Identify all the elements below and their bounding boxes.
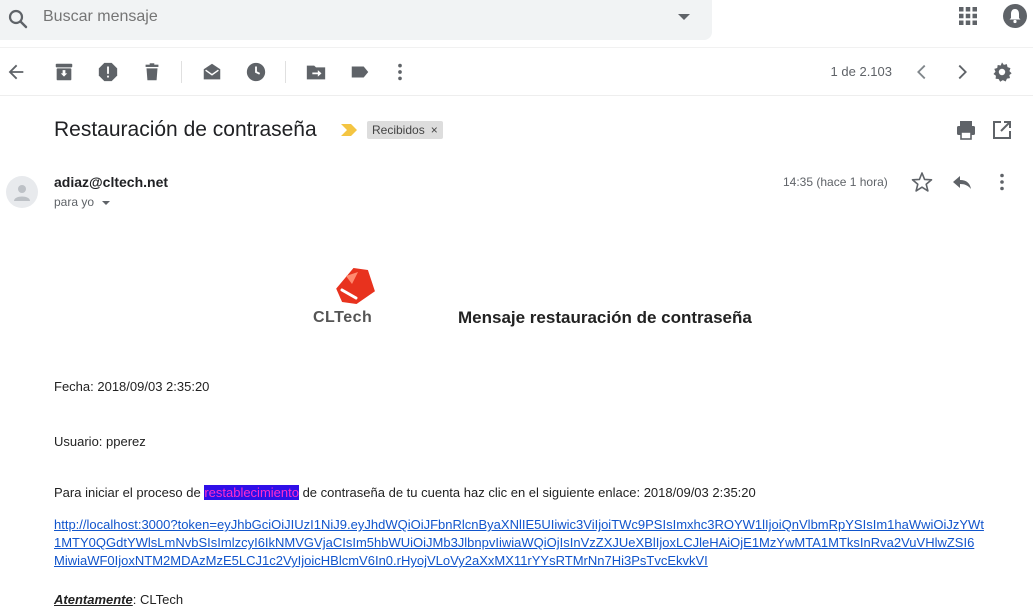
instruction-text-end: de contraseña de tu cuenta haz clic en e… — [298, 485, 756, 500]
email-heading: Mensaje restauración de contraseña — [458, 308, 752, 327]
signature-label: Atentamente — [54, 592, 133, 607]
signature-separator: : — [132, 592, 140, 607]
chevron-down-icon[interactable] — [102, 200, 111, 205]
more-options-icon[interactable] — [388, 60, 412, 84]
next-icon[interactable] — [950, 60, 974, 84]
divider — [0, 95, 1033, 96]
recipients-toggle[interactable]: para yo — [54, 194, 111, 210]
label-icon[interactable] — [348, 60, 372, 84]
star-icon[interactable] — [911, 171, 933, 193]
search-input[interactable] — [43, 0, 643, 34]
report-spam-icon[interactable] — [96, 60, 120, 84]
previous-icon[interactable] — [910, 60, 934, 84]
move-to-icon[interactable] — [304, 60, 328, 84]
print-icon[interactable] — [955, 119, 977, 141]
avatar — [6, 176, 38, 208]
notifications-icon[interactable] — [1002, 3, 1028, 29]
open-in-new-window-icon[interactable] — [991, 119, 1013, 141]
delete-icon[interactable] — [140, 60, 164, 84]
importance-marker-icon[interactable] — [340, 123, 358, 137]
password-reset-link[interactable]: http://localhost:3000?token=eyJhbGciOiJI… — [54, 516, 984, 570]
instruction-text-start: Para iniciar el proceso de — [54, 485, 205, 500]
remove-label-icon[interactable]: × — [431, 121, 438, 139]
mark-unread-icon[interactable] — [200, 60, 224, 84]
message-more-icon[interactable] — [991, 171, 1013, 193]
pagination-count: 1 de 2.103 — [830, 64, 892, 79]
signature-line: Atentamente: CLTech — [54, 592, 183, 608]
label-chip-text: Recibidos — [372, 123, 425, 137]
highlighted-word: restablecimiento — [204, 485, 299, 500]
instruction-line: Para iniciar el proceso de restablecimie… — [54, 485, 756, 501]
email-subject: Restauración de contraseña — [54, 118, 317, 141]
sender-address[interactable]: adiaz@cltech.net — [54, 173, 168, 191]
user-line: Usuario: pperez — [54, 434, 146, 449]
message-timestamp: 14:35 (hace 1 hora) — [783, 175, 888, 189]
reply-icon[interactable] — [951, 171, 973, 193]
recipients-text: para yo — [54, 195, 95, 209]
back-icon[interactable] — [4, 60, 28, 84]
date-line: Fecha: 2018/09/03 2:35:20 — [54, 379, 210, 394]
archive-icon[interactable] — [52, 60, 76, 84]
snooze-icon[interactable] — [244, 60, 268, 84]
toolbar-separator — [181, 61, 182, 83]
svg-text:CLTech: CLTech — [313, 309, 372, 326]
search-bar — [0, 0, 712, 40]
apps-grid-icon[interactable] — [956, 4, 980, 28]
settings-gear-icon[interactable] — [990, 60, 1014, 84]
divider — [0, 47, 1033, 48]
search-icon[interactable] — [6, 7, 30, 31]
signature-name: CLTech — [139, 592, 184, 607]
cltech-logo: CLTech — [310, 264, 386, 326]
label-chip-inbox[interactable]: Recibidos × — [367, 121, 443, 139]
toolbar-separator — [285, 61, 286, 83]
search-options-icon[interactable] — [674, 9, 694, 25]
